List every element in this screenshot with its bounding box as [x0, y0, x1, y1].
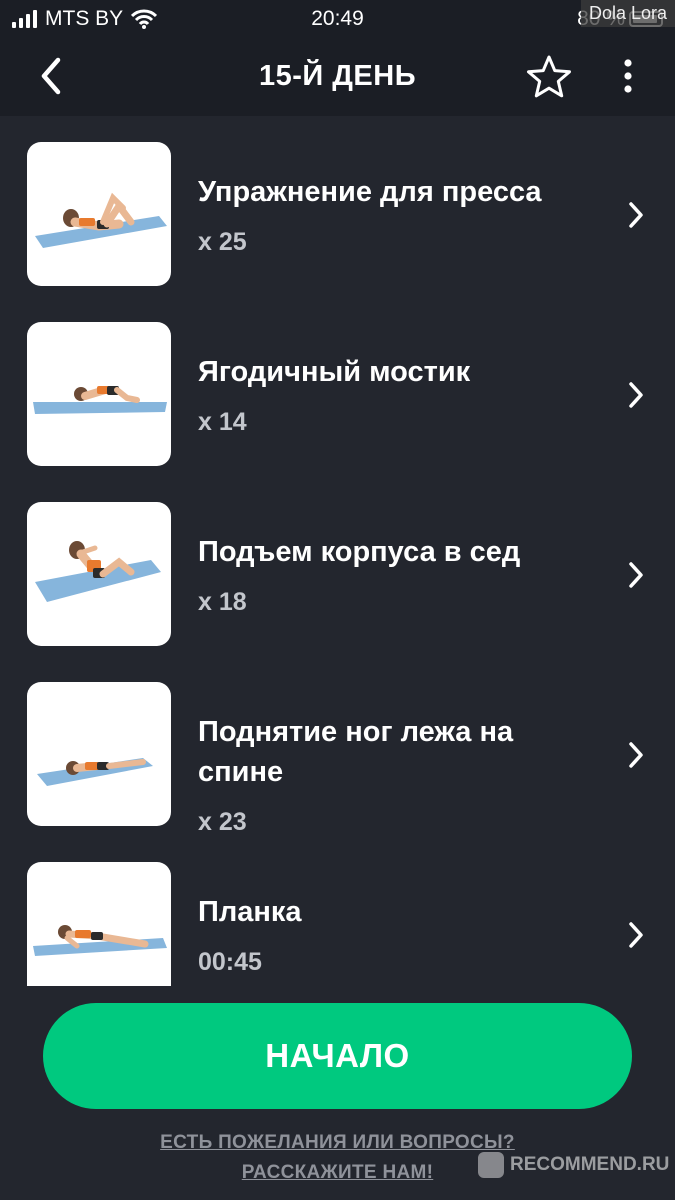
- exercise-reps: x 23: [198, 808, 247, 836]
- exercise-item[interactable]: Упражнение для пресса x 25: [0, 116, 675, 296]
- chevron-right-icon: [629, 382, 643, 408]
- page-title: 15-Й ДЕНЬ: [258, 60, 417, 92]
- exercise-reps: x 14: [198, 408, 247, 436]
- exercise-thumbnail: [27, 142, 171, 286]
- exercise-thumbnail: [27, 682, 171, 826]
- watermark-text: RECOMMEND.RU: [510, 1154, 670, 1175]
- start-button[interactable]: НАЧАЛО: [43, 1003, 632, 1109]
- exercise-item[interactable]: Планка 00:45: [0, 836, 675, 986]
- exercise-duration: 00:45: [198, 948, 262, 976]
- clock: 20:49: [311, 7, 364, 30]
- exercise-thumbnail: [27, 322, 171, 466]
- exercise-item[interactable]: Поднятие ног лежа на спине x 23: [0, 656, 675, 836]
- status-bar: MTS BY 20:49 80 %: [0, 0, 675, 38]
- header: 15-Й ДЕНЬ: [0, 38, 675, 116]
- chevron-right-icon: [629, 202, 643, 228]
- watermark-top: Dola Lora: [580, 0, 675, 27]
- chevron-right-icon: [629, 922, 643, 948]
- exercise-list: Упражнение для пресса x 25 Ягодичный мос…: [0, 116, 675, 986]
- exercise-thumbnail: [27, 862, 171, 986]
- exercise-name: Ягодичный мостик: [198, 356, 471, 388]
- exercise-reps: x 18: [198, 588, 247, 616]
- exercise-name: Поднятие ног лежа на спине: [198, 716, 514, 788]
- star-icon[interactable]: [526, 54, 572, 100]
- chevron-right-icon: [629, 562, 643, 588]
- exercise-name: Планка: [198, 896, 302, 928]
- exercise-item[interactable]: Ягодичный мостик x 14: [0, 296, 675, 476]
- watermark-bottom: RECOMMEND.RU: [478, 1152, 669, 1178]
- exercise-item[interactable]: Подъем корпуса в сед x 18: [0, 476, 675, 656]
- recommend-logo-icon: [478, 1152, 504, 1178]
- exercise-name: Подъем корпуса в сед: [198, 536, 521, 568]
- more-options-icon[interactable]: [620, 58, 636, 94]
- exercise-reps: x 25: [198, 228, 247, 256]
- chevron-right-icon: [629, 742, 643, 768]
- exercise-name: Упражнение для пресса: [198, 176, 542, 208]
- exercise-thumbnail: [27, 502, 171, 646]
